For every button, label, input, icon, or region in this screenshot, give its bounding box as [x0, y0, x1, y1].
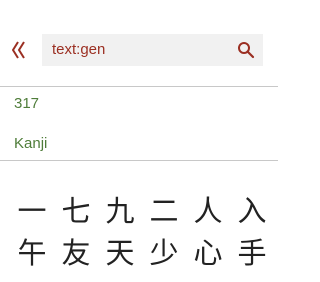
kanji-item[interactable]: 人 [186, 190, 230, 232]
back-chevron-icon [12, 41, 25, 59]
result-count: 317 [14, 95, 40, 112]
kanji-item[interactable]: 九 [98, 190, 142, 232]
search-box [42, 34, 263, 66]
kanji-item[interactable]: 手 [230, 232, 274, 274]
kanji-row: 一 七 九 二 人 入 [10, 190, 274, 232]
kanji-item[interactable]: 入 [230, 190, 274, 232]
kanji-item[interactable]: 一 [10, 190, 54, 232]
search-icon [238, 42, 255, 59]
category-divider [0, 160, 278, 161]
back-button[interactable] [8, 34, 30, 66]
search-bar [0, 0, 278, 100]
kanji-item[interactable]: 二 [142, 190, 186, 232]
header-divider [0, 86, 278, 87]
kanji-item[interactable]: 心 [186, 232, 230, 274]
kanji-item[interactable]: 友 [54, 232, 98, 274]
category-label: Kanji [14, 135, 48, 152]
kanji-item[interactable]: 少 [142, 232, 186, 274]
kanji-grid: 一 七 九 二 人 入 午 友 天 少 心 手 [10, 190, 274, 274]
kanji-item[interactable]: 七 [54, 190, 98, 232]
kanji-row: 午 友 天 少 心 手 [10, 232, 274, 274]
kanji-item[interactable]: 午 [10, 232, 54, 274]
search-input[interactable] [52, 34, 222, 66]
kanji-item[interactable]: 天 [98, 232, 142, 274]
search-button[interactable] [237, 41, 255, 59]
